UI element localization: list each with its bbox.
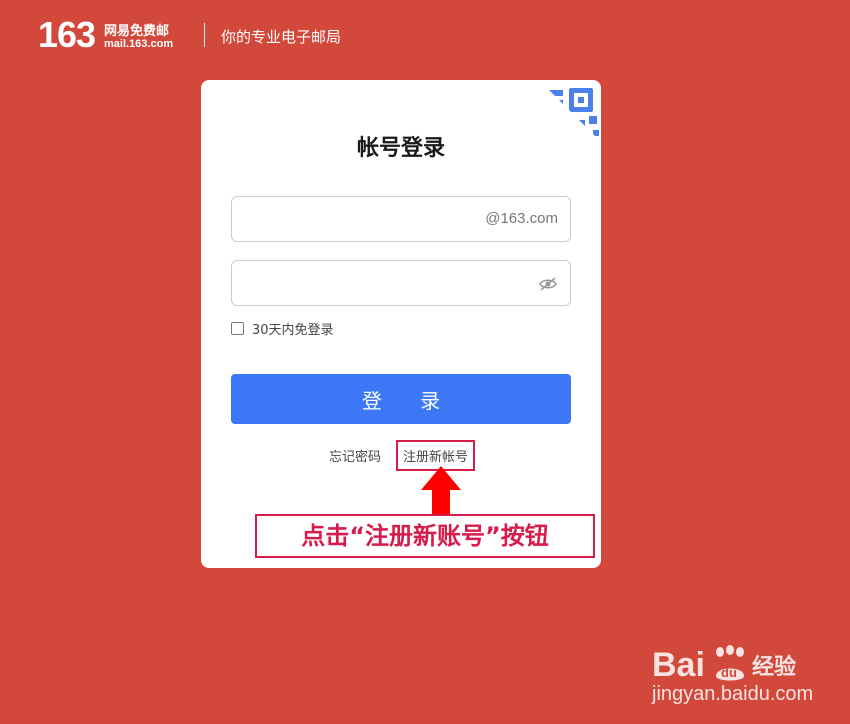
- login-title: 帐号登录: [356, 136, 445, 161]
- remember-me[interactable]: 30天内免登录: [231, 319, 334, 338]
- annotation-callout: 点击“注册新账号”按钮: [255, 514, 595, 558]
- domain-suffix: @163.com: [485, 210, 558, 227]
- arrow-up-icon: [421, 466, 461, 520]
- svg-text:Bai: Bai: [652, 646, 705, 684]
- baidu-jingyan-logo: Bai du 经验: [652, 645, 796, 684]
- password-input[interactable]: [244, 271, 468, 297]
- logo-number: 163: [38, 14, 96, 55]
- tagline: 你的专业电子邮局: [221, 28, 342, 46]
- remember-checkbox[interactable]: [231, 322, 244, 335]
- remember-label: 30天内免登录: [252, 323, 334, 338]
- login-button[interactable]: 登 录: [231, 374, 571, 424]
- username-input[interactable]: [244, 207, 468, 233]
- username-field[interactable]: @163.com: [231, 196, 571, 242]
- logo-domain: mail.163.com: [104, 38, 174, 50]
- forgot-password-link[interactable]: 忘记密码: [329, 446, 381, 465]
- hide-password-icon[interactable]: [538, 274, 558, 294]
- svg-text:du: du: [721, 665, 737, 680]
- watermark-url: jingyan.baidu.com: [652, 683, 814, 705]
- login-card: 帐号登录 @163.com 30天内免登录 登 录 忘记密码 注册新帐号: [201, 80, 601, 568]
- svg-text:经验: 经验: [752, 654, 796, 680]
- password-field[interactable]: [231, 260, 571, 306]
- logo-chinese: 网易免费邮: [104, 24, 170, 39]
- header-divider: [204, 23, 205, 47]
